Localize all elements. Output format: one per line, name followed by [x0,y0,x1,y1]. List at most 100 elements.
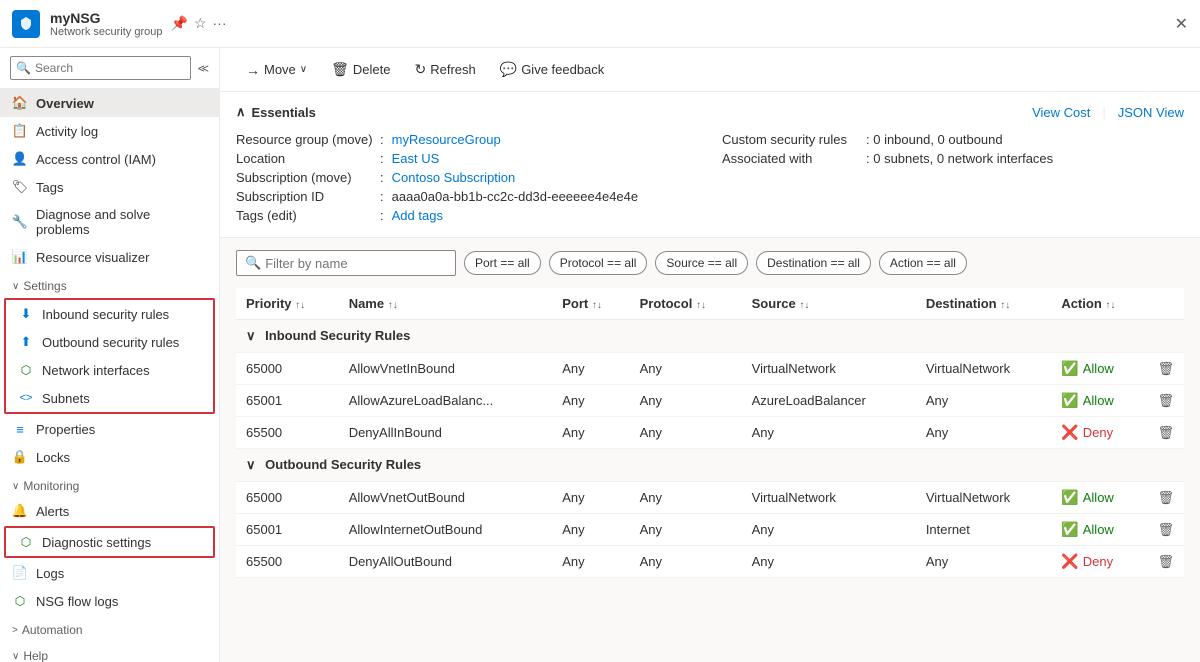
priority-cell: 65001 [236,385,339,417]
location-value[interactable]: East US [392,151,440,166]
more-icon[interactable]: ··· [213,15,227,32]
sidebar-item-tags[interactable]: 🏷 Tags [0,173,219,201]
collapse-sidebar-button[interactable]: ≪ [197,62,209,75]
sidebar-label-locks: Locks [36,450,70,465]
section-help[interactable]: ∨ Help [0,641,219,662]
sidebar-item-properties[interactable]: ≡ Properties [0,415,219,443]
row-delete-button[interactable]: 🗑 [1147,482,1184,514]
sort-protocol-icon: ↑↓ [696,300,706,311]
move-button[interactable]: → Move ∨ [236,57,317,83]
help-chevron-icon: ∨ [12,651,19,662]
outbound-icon: ⬆ [18,334,34,350]
custom-rules-label: Custom security rules [722,132,862,147]
feedback-icon: 💬 [500,61,517,78]
filter-chip-port[interactable]: Port == all [464,251,541,275]
inbound-expand-icon[interactable]: ∨ [246,328,256,343]
subscription-id-label: Subscription ID [236,189,376,204]
essentials-links: View Cost | JSON View [1032,105,1184,120]
sidebar-item-diagnostic-settings[interactable]: ⬡ Diagnostic settings [6,528,213,556]
search-input[interactable] [10,56,191,80]
sidebar-label-nsg-flow-logs: NSG flow logs [36,594,118,609]
port-cell: Any [552,353,629,385]
sidebar-item-activity-log[interactable]: 📋 Activity log [0,117,219,145]
filter-chip-action[interactable]: Action == all [879,251,967,275]
row-delete-button[interactable]: 🗑 [1147,514,1184,546]
sort-source-icon: ↑↓ [799,300,809,311]
col-protocol[interactable]: Protocol ↑↓ [630,288,742,320]
table-row[interactable]: 65001 AllowAzureLoadBalanc... Any Any Az… [236,385,1184,417]
port-cell: Any [552,482,629,514]
section-automation[interactable]: > Automation [0,615,219,641]
json-view-link[interactable]: JSON View [1118,105,1184,120]
sort-action-icon: ↑↓ [1105,300,1115,311]
sidebar-item-iam[interactable]: 👤 Access control (IAM) [0,145,219,173]
filter-chip-source[interactable]: Source == all [655,251,748,275]
row-delete-button[interactable]: 🗑 [1147,546,1184,578]
tags-icon: 🏷 [12,179,28,195]
star-icon[interactable]: ☆ [194,15,207,32]
sidebar-item-network-interfaces[interactable]: ⬡ Network interfaces [6,356,213,384]
destination-cell: VirtualNetwork [916,353,1052,385]
refresh-label: Refresh [430,62,476,77]
sidebar-item-resource-visualizer[interactable]: 📊 Resource visualizer [0,243,219,271]
sidebar-item-diagnose[interactable]: 🔧 Diagnose and solve problems [0,201,219,243]
outbound-section-header: ∨ Outbound Security Rules [236,449,1184,482]
destination-cell: Any [916,385,1052,417]
filter-search-input[interactable] [265,256,447,271]
section-monitoring[interactable]: ∨ Monitoring [0,471,219,497]
col-name[interactable]: Name ↑↓ [339,288,553,320]
priority-cell: 65000 [236,353,339,385]
col-priority[interactable]: Priority ↑↓ [236,288,339,320]
sidebar-item-alerts[interactable]: 🔔 Alerts [0,497,219,525]
delete-button[interactable]: 🗑 Delete [321,56,400,83]
refresh-button[interactable]: ↻ Refresh [404,56,485,83]
sidebar-item-overview[interactable]: 🏠 Overview [0,89,219,117]
close-button[interactable]: ✕ [1175,14,1188,34]
section-settings[interactable]: ∨ Settings [0,271,219,297]
table-row[interactable]: 65500 DenyAllOutBound Any Any Any Any ❌ … [236,546,1184,578]
filter-chip-destination[interactable]: Destination == all [756,251,871,275]
filter-search-box[interactable]: 🔍 [236,250,456,276]
row-delete-button[interactable]: 🗑 [1147,353,1184,385]
essentials-header: ∧ Essentials View Cost | JSON View [236,104,1184,120]
sidebar-item-logs[interactable]: 📄 Logs [0,559,219,587]
col-destination[interactable]: Destination ↑↓ [916,288,1052,320]
source-cell: Any [742,514,916,546]
rg-value[interactable]: myResourceGroup [392,132,501,147]
priority-cell: 65500 [236,546,339,578]
sidebar-label-overview: Overview [36,96,94,111]
subscription-value[interactable]: Contoso Subscription [392,170,516,185]
view-cost-link[interactable]: View Cost [1032,105,1090,120]
title-bar: myNSG Network security group 📌 ☆ ··· ✕ [0,0,1200,48]
rules-table: Priority ↑↓ Name ↑↓ Port ↑↓ Protocol ↑↓ … [236,288,1184,578]
sidebar-item-inbound[interactable]: ⬇ Inbound security rules [6,300,213,328]
col-port[interactable]: Port ↑↓ [552,288,629,320]
table-row[interactable]: 65001 AllowInternetOutBound Any Any Any … [236,514,1184,546]
pin-icon[interactable]: 📌 [171,15,188,32]
essentials-title[interactable]: ∧ Essentials [236,104,316,120]
port-cell: Any [552,385,629,417]
name-cell: AllowVnetOutBound [339,482,553,514]
tags-value[interactable]: Add tags [392,208,443,223]
col-action[interactable]: Action ↑↓ [1051,288,1147,320]
sidebar-item-locks[interactable]: 🔒 Locks [0,443,219,471]
table-row[interactable]: 65000 AllowVnetOutBound Any Any VirtualN… [236,482,1184,514]
sidebar-item-subnets[interactable]: <> Subnets [6,384,213,412]
sidebar-label-outbound: Outbound security rules [42,335,179,350]
filter-chip-protocol[interactable]: Protocol == all [549,251,648,275]
table-row[interactable]: 65000 AllowVnetInBound Any Any VirtualNe… [236,353,1184,385]
inbound-section-header: ∨ Inbound Security Rules [236,320,1184,353]
name-cell: AllowAzureLoadBalanc... [339,385,553,417]
sidebar-label-inbound: Inbound security rules [42,307,169,322]
outbound-expand-icon[interactable]: ∨ [246,457,256,472]
sidebar-label-logs: Logs [36,566,64,581]
sidebar-item-outbound[interactable]: ⬆ Outbound security rules [6,328,213,356]
sidebar-item-nsg-flow-logs[interactable]: ⬡ NSG flow logs [0,587,219,615]
table-row[interactable]: 65500 DenyAllInBound Any Any Any Any ❌ D… [236,417,1184,449]
feedback-button[interactable]: 💬 Give feedback [490,56,615,83]
row-delete-button[interactable]: 🗑 [1147,417,1184,449]
filter-search-icon: 🔍 [245,255,261,271]
row-delete-button[interactable]: 🗑 [1147,385,1184,417]
essentials-row-tags: Tags (edit) : Add tags [236,206,698,225]
col-source[interactable]: Source ↑↓ [742,288,916,320]
